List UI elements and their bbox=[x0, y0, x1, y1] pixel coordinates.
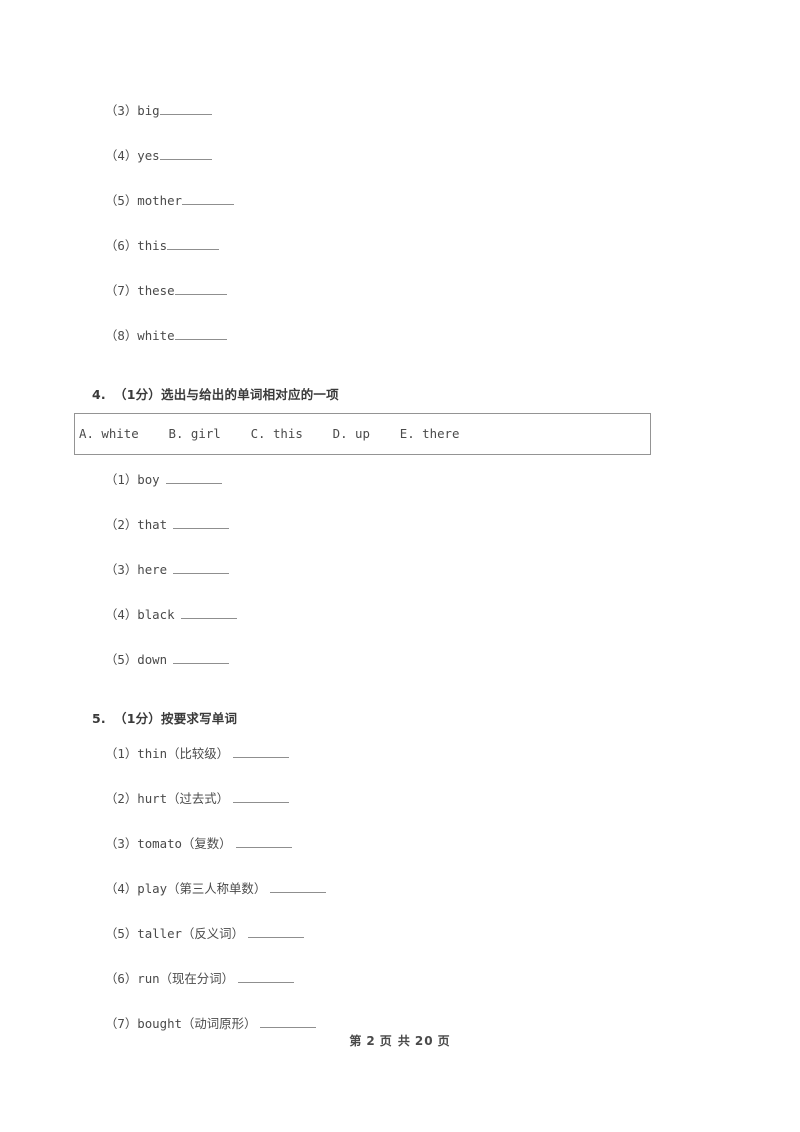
sub-item: （6）this bbox=[74, 223, 734, 268]
answer-blank[interactable] bbox=[173, 652, 230, 664]
sub-item: （5）mother bbox=[74, 178, 734, 223]
sub-item-word: tomato bbox=[137, 836, 183, 851]
sub-item-word: this bbox=[137, 238, 168, 253]
answer-blank[interactable] bbox=[180, 607, 237, 619]
answer-blank[interactable] bbox=[165, 472, 222, 484]
answer-blank[interactable] bbox=[233, 791, 290, 803]
sub-item-word: boy bbox=[137, 472, 160, 487]
sub-item-hint: （动词原形） bbox=[182, 1016, 257, 1031]
sub-item-word: thin bbox=[137, 746, 168, 761]
sub-item: （3）big bbox=[74, 88, 734, 133]
page-content: （3）big （4）yes （5）mother （6）this （7）these… bbox=[74, 88, 734, 1046]
sub-item-marker: （2） bbox=[105, 791, 138, 806]
sub-item-word: down bbox=[137, 652, 168, 667]
question-block-5: 5. （1分）按要求写单词 （1）thin（比较级） （2）hurt（过去式） （… bbox=[74, 708, 734, 1046]
sub-item-marker: （3） bbox=[105, 836, 138, 851]
footer-prefix: 第 bbox=[349, 1034, 363, 1048]
sub-item-word: black bbox=[137, 607, 175, 622]
sub-item-marker: （4） bbox=[105, 607, 138, 622]
sub-item-word: hurt bbox=[137, 791, 168, 806]
sub-item-marker: （4） bbox=[105, 148, 138, 163]
sub-item-word: here bbox=[137, 562, 168, 577]
answer-blank[interactable] bbox=[159, 148, 212, 160]
sub-item: （2）that bbox=[74, 502, 734, 547]
sub-item: （3）here bbox=[74, 547, 734, 592]
sub-item-word: these bbox=[137, 283, 175, 298]
answer-blank[interactable] bbox=[174, 328, 227, 340]
sub-item-hint: （过去式） bbox=[167, 791, 230, 806]
question-4-score: （1分） bbox=[114, 387, 161, 402]
question-block-3-continued: （3）big （4）yes （5）mother （6）this （7）these… bbox=[74, 88, 734, 358]
answer-blank[interactable] bbox=[173, 517, 230, 529]
sub-item: （8）white bbox=[74, 313, 734, 358]
page-footer: 第2页 共 20 页 bbox=[0, 1032, 800, 1049]
question-4-number: 4. bbox=[92, 387, 106, 402]
footer-suffix: 页 bbox=[437, 1034, 451, 1048]
sub-item-word: mother bbox=[137, 193, 183, 208]
sub-item-hint: （现在分词） bbox=[159, 971, 234, 986]
exam-page: （3）big （4）yes （5）mother （6）this （7）these… bbox=[0, 0, 800, 1132]
answer-blank[interactable] bbox=[182, 193, 235, 205]
sub-item: （5）taller（反义词） bbox=[74, 911, 734, 956]
answer-blank[interactable] bbox=[174, 283, 227, 295]
sub-item-marker: （3） bbox=[105, 103, 138, 118]
footer-total-pages: 20 bbox=[414, 1034, 434, 1048]
answer-blank[interactable] bbox=[167, 238, 220, 250]
sub-item-marker: （5） bbox=[105, 926, 138, 941]
sub-item-word: run bbox=[137, 971, 160, 986]
sub-item-word: taller bbox=[137, 926, 183, 941]
sub-item: （1）thin（比较级） bbox=[74, 731, 734, 776]
sub-item-hint: （比较级） bbox=[167, 746, 230, 761]
question-5-score: （1分） bbox=[114, 711, 161, 726]
answer-blank[interactable] bbox=[173, 562, 230, 574]
sub-item: （2）hurt（过去式） bbox=[74, 776, 734, 821]
answer-blank[interactable] bbox=[260, 1016, 317, 1028]
sub-item: （3）tomato（复数） bbox=[74, 821, 734, 866]
sub-item: （4）yes bbox=[74, 133, 734, 178]
question-5-header: 5. （1分）按要求写单词 bbox=[74, 708, 734, 727]
sub-item-marker: （7） bbox=[105, 283, 138, 298]
sub-item-marker: （1） bbox=[105, 472, 138, 487]
question-5-number: 5. bbox=[92, 711, 106, 726]
footer-page-number: 2 bbox=[366, 1034, 376, 1048]
option-box-text: A. white B. girl C. this D. up E. there bbox=[79, 426, 460, 441]
sub-item-word: play bbox=[137, 881, 168, 896]
sub-item-marker: （8） bbox=[105, 328, 138, 343]
sub-item-marker: （4） bbox=[105, 881, 138, 896]
question-5-prompt: 按要求写单词 bbox=[161, 711, 238, 726]
sub-item-marker: （5） bbox=[105, 193, 138, 208]
sub-item: （6）run（现在分词） bbox=[74, 956, 734, 1001]
question-4-prompt: 选出与给出的单词相对应的一项 bbox=[161, 387, 339, 402]
sub-item-marker: （3） bbox=[105, 562, 138, 577]
sub-item: （4）play（第三人称单数） bbox=[74, 866, 734, 911]
sub-item: （5）down bbox=[74, 637, 734, 682]
sub-item: （1）boy bbox=[74, 457, 734, 502]
sub-item-word: bought bbox=[137, 1016, 183, 1031]
answer-blank[interactable] bbox=[159, 103, 212, 115]
sub-item-marker: （2） bbox=[105, 517, 138, 532]
sub-item: （7）these bbox=[74, 268, 734, 313]
answer-blank[interactable] bbox=[233, 746, 290, 758]
sub-item-marker: （6） bbox=[105, 238, 138, 253]
sub-item-marker: （6） bbox=[105, 971, 138, 986]
question-4-header: 4. （1分）选出与给出的单词相对应的一项 bbox=[74, 384, 734, 403]
sub-item-marker: （5） bbox=[105, 652, 138, 667]
sub-item: （4）black bbox=[74, 592, 734, 637]
sub-item-hint: （第三人称单数） bbox=[167, 881, 267, 896]
sub-item-marker: （7） bbox=[105, 1016, 138, 1031]
sub-item-word: white bbox=[137, 328, 175, 343]
sub-item-word: yes bbox=[137, 148, 160, 163]
footer-middle: 页 共 bbox=[379, 1034, 411, 1048]
answer-blank[interactable] bbox=[235, 836, 292, 848]
question-4-option-box: A. white B. girl C. this D. up E. there bbox=[74, 413, 651, 455]
answer-blank[interactable] bbox=[237, 971, 294, 983]
sub-item-word: big bbox=[137, 103, 160, 118]
sub-item-hint: （反义词） bbox=[182, 926, 244, 941]
sub-item-marker: （1） bbox=[105, 746, 138, 761]
question-block-4: 4. （1分）选出与给出的单词相对应的一项 A. white B. girl C.… bbox=[74, 384, 734, 682]
answer-blank[interactable] bbox=[247, 926, 304, 938]
sub-item-hint: （复数） bbox=[182, 836, 232, 851]
sub-item-word: that bbox=[137, 517, 168, 532]
answer-blank[interactable] bbox=[270, 881, 327, 893]
